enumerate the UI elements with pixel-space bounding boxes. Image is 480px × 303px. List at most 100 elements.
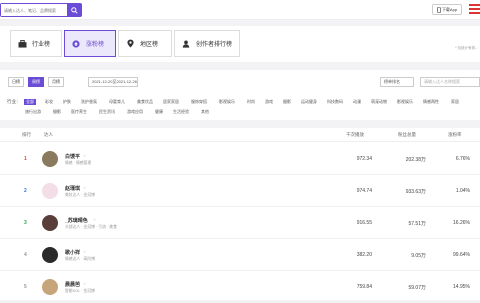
ranking-table: 排行 达人 千次播放 粉丝总量 涨粉率 1 白馒平 ♂ 情感 · 情感管理 972.34… [0, 128, 480, 303]
tab-industry-label: 行业榜 [32, 42, 51, 48]
industry-filter[interactable]: 游戏 [264, 99, 274, 105]
avatar[interactable] [42, 183, 58, 199]
top-bar: 下载App [0, 0, 480, 20]
fans-value: 933.63万 [405, 189, 426, 195]
industry-filter[interactable]: 其他 [200, 109, 210, 115]
creator-name[interactable]: 晨晨芭 [65, 281, 80, 288]
industry-filter[interactable]: 萌宠动物 [370, 99, 388, 105]
plays-value: 916.55 [356, 220, 372, 226]
tab-region-label: 地区榜 [140, 42, 159, 48]
rank-number: 4 [24, 252, 27, 258]
header-fans[interactable]: 粉丝总量 [398, 132, 416, 138]
rank-number: 1 [24, 156, 27, 162]
industry-filter[interactable]: 美食饮品 [136, 99, 154, 105]
industry-filter[interactable]: 旅行出游 [24, 109, 42, 115]
header-creator: 达人 [44, 132, 53, 137]
industry-filter[interactable]: 游戏应用 [126, 109, 144, 115]
header-growth-rate[interactable]: 涨粉率 [448, 132, 462, 138]
header-plays[interactable]: 千次播放 [346, 132, 364, 138]
country-flag-icon[interactable] [469, 3, 480, 15]
download-app-button[interactable]: 下载App [432, 4, 462, 15]
table-row[interactable]: 1 白馒平 ♂ 情感 · 情感管理 972.34 202.38万 6.76% [0, 143, 480, 175]
tab-follower-growth-label: 涨粉榜 [86, 42, 105, 48]
tab-follower-growth-rank[interactable]: 涨粉榜 [64, 30, 116, 57]
industry-filter[interactable]: 民生资讯 [98, 109, 116, 115]
growth-rate-value: 16.26% [453, 220, 470, 226]
verified-icon: ♂ [83, 185, 86, 190]
period-monthly-button[interactable]: 月榜 [48, 77, 64, 87]
rank-number: 3 [24, 220, 27, 226]
creator-name[interactable]: 赵瑾琪 [65, 185, 80, 192]
plays-value: 382.20 [356, 252, 372, 258]
period-weekly-button[interactable]: 周榜 [28, 77, 44, 87]
avatar[interactable] [42, 151, 58, 167]
table-row[interactable]: 4 歌小祥 ♂ 情感达人 · 高阶博 382.20 9.05万 99.64% [0, 239, 480, 271]
table-row[interactable]: 3 _苏璃晴色 ♂ 头部达人 · 金冠博 · 引流 · 美食 916.55 57.51万 1… [0, 207, 480, 239]
creator-icon [179, 40, 193, 48]
industry-filter[interactable]: 运动健身 [300, 99, 318, 105]
industry-filter[interactable]: 动漫 [352, 99, 362, 105]
industry-filter[interactable]: 居家家居 [162, 99, 180, 105]
search-icon [70, 6, 78, 14]
verified-icon: ♂ [93, 217, 96, 222]
creator-name[interactable]: 歌小祥 [65, 249, 80, 256]
filter-panel: 日榜 周榜 月榜 2021-12-20至2021-12-26 榜单排名 请输入达… [0, 70, 480, 120]
industry-filter[interactable]: 生活经验 [172, 109, 190, 115]
growth-rate-value: 6.76% [455, 156, 470, 162]
search-input[interactable] [1, 4, 67, 16]
rank-search-input[interactable]: 请输入达人名称搜索 [420, 77, 480, 87]
growth-rate-value: 1.04% [455, 188, 470, 194]
industry-filter[interactable]: 情感两性 [422, 99, 440, 105]
creator-name[interactable]: _苏璃晴色 [65, 217, 88, 224]
phone-icon [437, 6, 441, 13]
creator-tags: 智能KOL · 金冠博 [65, 289, 95, 293]
creator-tags: 头部达人 · 金冠博 · 引流 · 美食 [65, 225, 117, 229]
industry-filter[interactable]: 家居 [450, 99, 460, 105]
plays-value: 974.74 [356, 188, 372, 194]
industry-filter[interactable]: 彩妆 [44, 99, 54, 105]
verified-icon: ♂ [83, 153, 86, 158]
industry-filter[interactable]: 洗护香氛 [80, 99, 98, 105]
location-icon [123, 39, 137, 48]
rank-type-tabs: 行业榜 涨粉榜 地区榜 创作者排行榜 * 仅统计有效... [0, 26, 480, 62]
creator-tags: 美妆达人 · 金冠博 [65, 193, 95, 197]
avatar[interactable] [42, 279, 58, 295]
avatar[interactable] [42, 215, 58, 231]
table-header: 排行 达人 千次播放 粉丝总量 涨粉率 [0, 128, 480, 142]
growth-rate-value: 99.64% [453, 252, 470, 258]
verified-icon: ♂ [83, 281, 86, 286]
industry-filter[interactable]: 母婴育儿 [108, 99, 126, 105]
creator-tags: 情感达人 · 高阶博 [65, 257, 95, 261]
rank-number: 2 [24, 188, 27, 194]
tab-creator-label: 创作者排行榜 [196, 42, 233, 48]
industry-filter[interactable]: 影视娱乐 [396, 99, 414, 105]
table-row[interactable]: 5 晨晨芭 ♂ 智能KOL · 金冠博 759.84 59.07万 14.95% [0, 271, 480, 303]
creator-name[interactable]: 白馒平 [65, 153, 80, 160]
date-range-select[interactable]: 2021-12-20至2021-12-26 [88, 77, 138, 87]
search-box [0, 3, 82, 17]
tab-creator-rank[interactable]: 创作者排行榜 [174, 30, 240, 57]
period-daily-button[interactable]: 日榜 [8, 77, 24, 87]
industry-filter[interactable]: 时尚 [246, 99, 256, 105]
industry-filter[interactable]: 护肤 [62, 99, 72, 105]
fans-value: 202.38万 [405, 157, 426, 163]
table-row[interactable]: 2 赵瑾琪 ♂ 美妆达人 · 金冠博 974.74 933.63万 1.04% [0, 175, 480, 207]
industry-filter[interactable]: 影视娱乐 [218, 99, 236, 105]
industry-filter[interactable]: 健康 [154, 109, 164, 115]
industry-filter[interactable]: 医疗养生 [70, 109, 88, 115]
industry-label: 行业： [7, 99, 21, 104]
tab-region-rank[interactable]: 地区榜 [118, 30, 172, 57]
briefcase-icon [15, 39, 29, 48]
tab-industry-rank[interactable]: 行业榜 [10, 30, 62, 57]
industry-filter[interactable]: 服饰穿搭 [190, 99, 208, 105]
search-button[interactable] [67, 4, 81, 16]
avatar[interactable] [42, 247, 58, 263]
industry-filter[interactable]: 摄影 [282, 99, 292, 105]
sort-select[interactable]: 榜单排名 [380, 77, 414, 87]
industry-filter-all[interactable]: 全部 [24, 99, 36, 105]
industry-filter[interactable]: 摄影 [52, 109, 62, 115]
stat-hint: * 仅统计有效... [455, 46, 478, 50]
industry-filter[interactable]: 科技数码 [326, 99, 344, 105]
creator-tags: 情感 · 情感管理 [65, 161, 92, 165]
verified-icon: ♂ [83, 249, 86, 254]
